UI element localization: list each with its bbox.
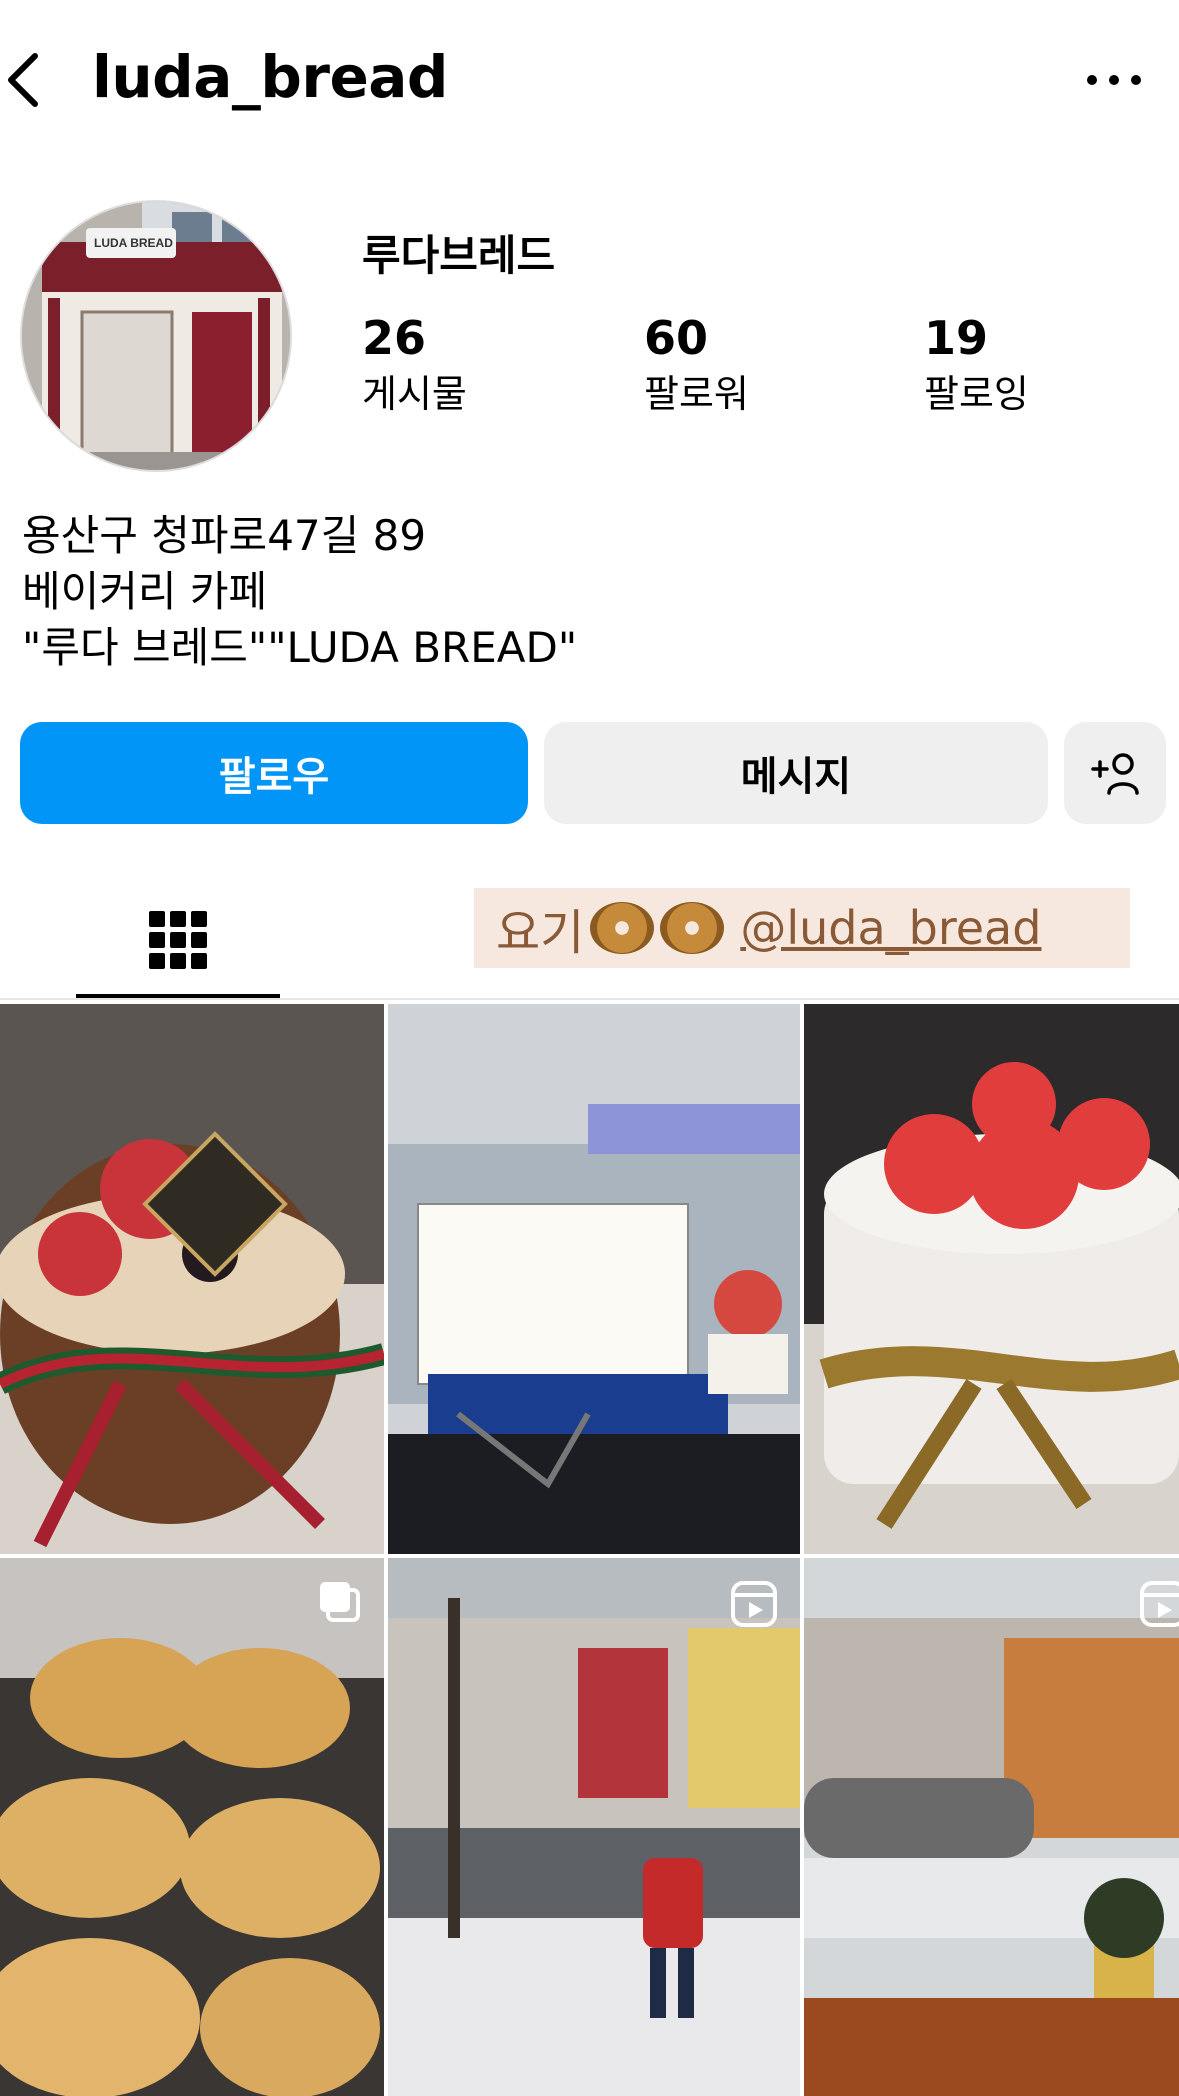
bagel-icon (590, 902, 655, 954)
post-image-birthday-sign (388, 1004, 800, 1554)
more-icon (1087, 75, 1141, 85)
highlight-banner[interactable]: 요기 @luda_bread (474, 888, 1130, 968)
profile-username: luda_bread (92, 43, 448, 111)
bio-line: 용산구 청파로47길 89 (22, 511, 427, 560)
post-tile[interactable] (804, 1004, 1179, 1554)
chevron-left-icon (8, 53, 38, 107)
add-user-icon (1091, 753, 1139, 795)
carousel-icon (320, 1582, 360, 1622)
post-image-strawberry-cake (804, 1004, 1179, 1554)
stat-followers-count: 60 (644, 311, 709, 365)
more-options-button[interactable] (1069, 52, 1159, 108)
follow-button[interactable]: 팔로우 (20, 722, 528, 824)
back-button[interactable] (0, 40, 50, 120)
post-image-snowy-street (388, 1558, 800, 2096)
profile-header: luda_bread (0, 0, 1179, 160)
stat-posts-count: 26 (362, 311, 427, 365)
bio: 용산구 청파로47길 89 베이커리 카페 "루다 브레드""LUDA BREA… (22, 508, 577, 676)
stat-followers-label: 팔로워 (644, 372, 749, 416)
tab-posts-grid[interactable] (76, 878, 280, 1002)
avatar-sign-text: LUDA BREAD (94, 236, 173, 250)
post-tile[interactable] (0, 1004, 384, 1554)
stat-following[interactable]: 19 팔로잉 (924, 308, 1029, 420)
suggested-users-button[interactable] (1064, 722, 1166, 824)
post-image-cake-chocolate (0, 1004, 384, 1554)
avatar[interactable]: LUDA BREAD (20, 200, 292, 472)
highlight-prefix: 요기 (496, 905, 585, 961)
post-tile[interactable] (388, 1558, 800, 2096)
stat-following-count: 19 (924, 311, 989, 365)
reel-icon (731, 1581, 777, 1627)
post-image-meringue-cookies (0, 1558, 384, 2096)
stat-following-label: 팔로잉 (924, 372, 1029, 416)
reel-icon (1140, 1581, 1179, 1627)
stat-posts-label: 게시물 (362, 372, 467, 416)
post-tile[interactable] (0, 1558, 384, 2096)
grid-icon (149, 911, 207, 969)
bio-line: 베이커리 카페 (22, 567, 268, 616)
bagel-icon (660, 902, 725, 954)
stat-followers[interactable]: 60 팔로워 (644, 308, 749, 420)
message-button[interactable]: 메시지 (544, 722, 1048, 824)
stat-posts[interactable]: 26 게시물 (362, 308, 467, 420)
post-tile[interactable] (804, 1558, 1179, 2096)
display-name: 루다브레드 (362, 231, 556, 280)
post-image-cafe-window (804, 1558, 1179, 2096)
tab-divider (0, 998, 1179, 1000)
post-tile[interactable] (388, 1004, 800, 1554)
bio-line: "루다 브레드""LUDA BREAD" (22, 623, 578, 672)
highlight-handle[interactable]: @luda_bread (740, 901, 1041, 955)
